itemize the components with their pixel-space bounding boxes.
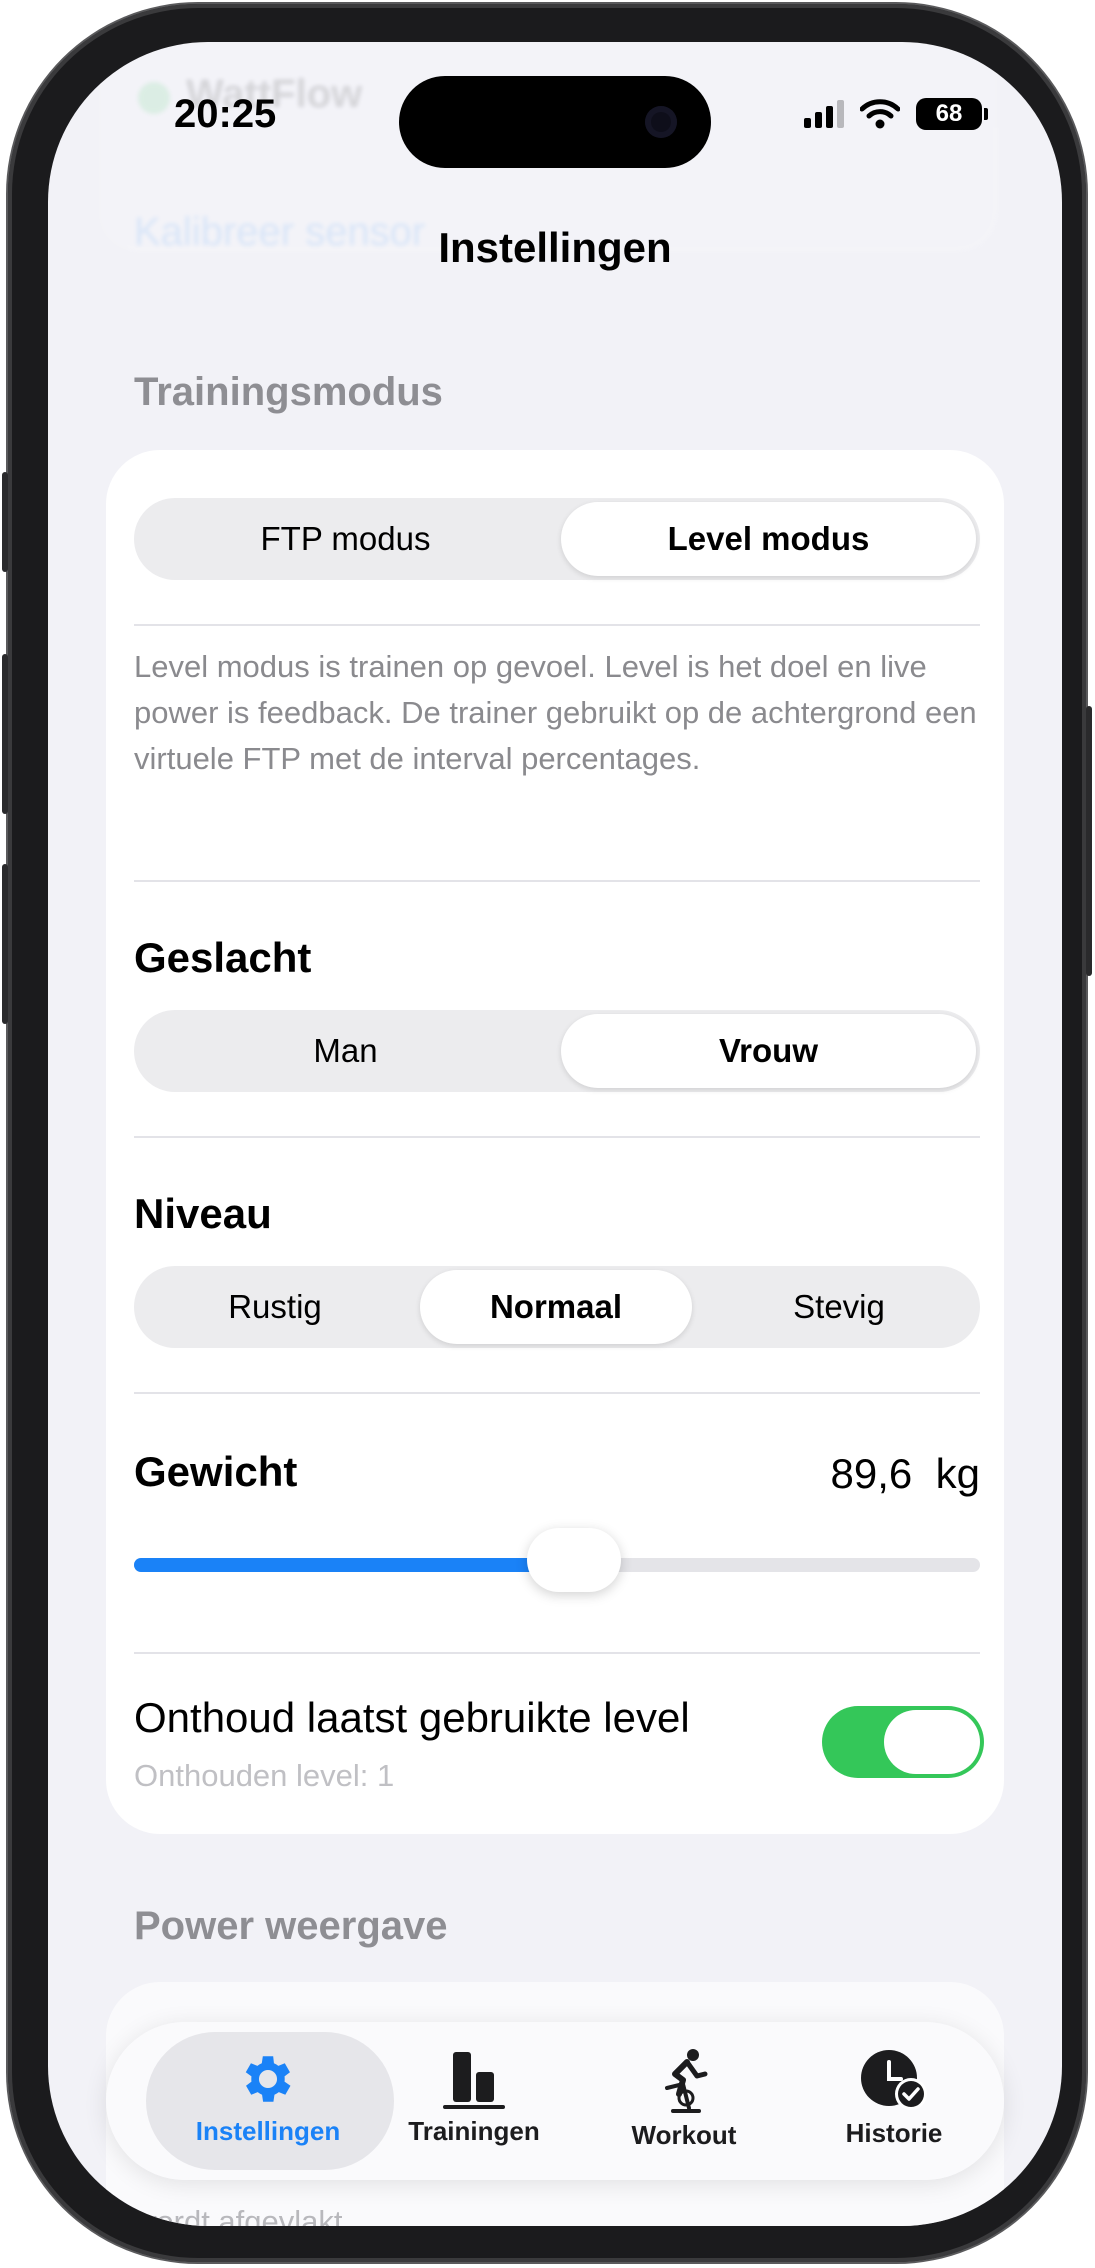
divider — [134, 1652, 980, 1654]
screen: WattFlow Kalibreer sensor 20:25 68 Inste… — [48, 42, 1062, 2226]
mode-description: Level modus is trainen op gevoel. Level … — [134, 649, 977, 776]
remember-level-title: Onthoud laatst gebruikte level — [134, 1694, 690, 1741]
divider — [134, 880, 980, 882]
tab-label: Instellingen — [195, 2116, 341, 2146]
page-title: Instellingen — [438, 224, 672, 271]
remember-level-subtitle: Onthouden level: 1 — [134, 1758, 395, 1793]
section-header-training: Trainingsmodus — [134, 370, 443, 414]
camera-icon — [645, 106, 677, 138]
gear-icon — [245, 2056, 291, 2102]
status-icons: 68 — [804, 98, 988, 130]
divider — [134, 1392, 980, 1394]
weight-slider[interactable] — [134, 1528, 980, 1592]
tab-label: Historie — [845, 2118, 943, 2148]
dynamic-island — [399, 76, 711, 168]
segment-ftp-modus[interactable]: FTP modus — [134, 498, 557, 580]
volume-down-button — [2, 864, 8, 1024]
toggle-knob — [884, 1710, 980, 1774]
status-dot-icon — [138, 82, 170, 114]
tab-workout[interactable]: Workout — [584, 2032, 784, 2170]
segment-level-modus[interactable]: Level modus — [561, 502, 976, 576]
level-segmented-control: Rustig Normaal Stevig — [134, 1266, 980, 1348]
tab-instellingen[interactable]: Instellingen — [146, 2032, 394, 2170]
tab-label: Trainingen — [408, 2116, 540, 2146]
tab-label: Workout — [631, 2120, 737, 2150]
weight-value: 89,6 kg — [831, 1450, 980, 1498]
power-button — [1086, 706, 1092, 976]
tab-trainingen[interactable]: Trainingen — [374, 2032, 574, 2170]
weight-number: 89,6 — [830, 1450, 913, 1497]
gender-title: Geslacht — [134, 934, 312, 981]
segment-rustig[interactable]: Rustig — [134, 1266, 416, 1348]
cellular-signal-icon — [804, 100, 844, 128]
segment-stevig[interactable]: Stevig — [698, 1266, 980, 1348]
volume-up-button — [2, 654, 8, 814]
phone-frame: WattFlow Kalibreer sensor 20:25 68 Inste… — [2, 4, 1092, 2262]
tab-historie[interactable]: Historie — [794, 2032, 994, 2170]
chart-bars-icon — [443, 2052, 505, 2109]
bike-rider-icon — [665, 2049, 708, 2113]
action-button — [2, 472, 8, 572]
status-time: 20:25 — [174, 92, 277, 136]
segment-man[interactable]: Man — [134, 1010, 557, 1092]
battery-indicator: 68 — [916, 98, 988, 130]
section-header-power: Power weergave — [134, 1904, 448, 1948]
slider-fill — [134, 1558, 574, 1572]
clock-check-icon — [861, 2050, 927, 2110]
remember-level-toggle[interactable] — [822, 1706, 984, 1778]
level-title: Niveau — [134, 1190, 272, 1237]
weight-title: Gewicht — [134, 1448, 298, 1495]
divider — [134, 1136, 980, 1138]
divider — [134, 624, 980, 626]
mode-segmented-control: FTP modus Level modus — [134, 498, 980, 580]
slider-thumb[interactable] — [526, 1528, 621, 1592]
segment-normaal[interactable]: Normaal — [420, 1270, 692, 1344]
weight-unit: kg — [935, 1450, 980, 1497]
segment-vrouw[interactable]: Vrouw — [561, 1014, 976, 1088]
gender-segmented-control: Man Vrouw — [134, 1010, 980, 1092]
tab-bar: Instellingen Trainingen Workout Historie — [106, 2022, 1004, 2180]
wifi-icon — [860, 99, 900, 129]
power-footer-text: wordt afgevlakt. — [134, 2204, 352, 2226]
